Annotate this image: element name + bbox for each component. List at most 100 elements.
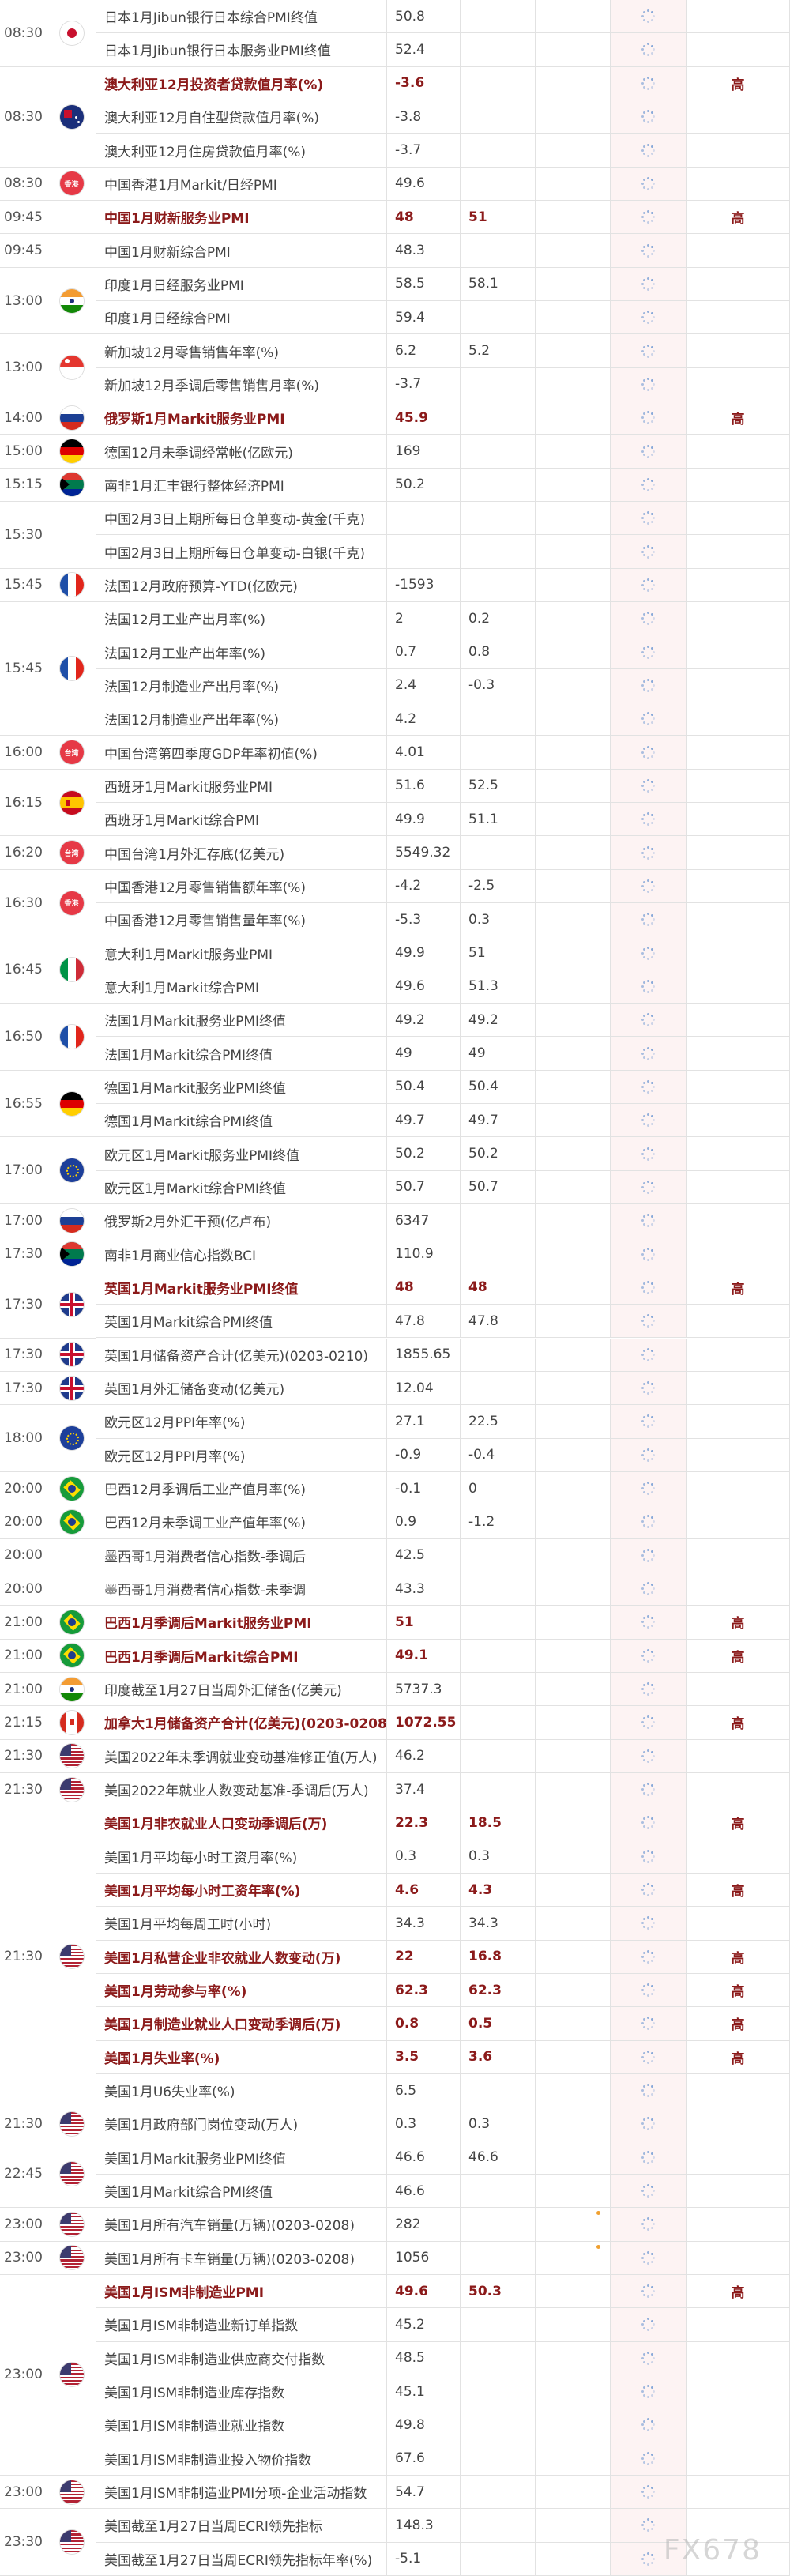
favorite-toggle[interactable] [611,535,687,569]
favorite-toggle[interactable] [611,2174,687,2209]
event-name[interactable]: 澳大利亚12月自住型贷款值月率(%) [96,100,387,134]
favorite-toggle[interactable] [611,970,687,1004]
event-name[interactable]: 美国1月平均每小时工资月率(%) [96,1840,387,1874]
favorite-toggle[interactable] [611,2442,687,2476]
favorite-toggle[interactable] [611,1840,687,1874]
event-name[interactable]: 中国香港12月零售销售额年率(%) [96,869,387,904]
favorite-toggle[interactable] [611,1471,687,1506]
event-name[interactable]: 美国1月私营企业非农就业人数变动(万) [96,1940,387,1974]
favorite-toggle[interactable] [611,702,687,736]
favorite-toggle[interactable] [611,2007,687,2041]
favorite-toggle[interactable] [611,1438,687,1472]
event-name[interactable]: 法国1月Markit综合PMI终值 [96,1037,387,1071]
event-name[interactable]: 欧元区1月Markit服务业PMI终值 [96,1137,387,1171]
favorite-toggle[interactable] [611,100,687,134]
event-name[interactable]: 美国1月制造业就业人口变动季调后(万) [96,2007,387,2041]
event-name[interactable]: 美国1月平均每小时工资年率(%) [96,1873,387,1908]
event-name[interactable]: 加拿大1月储备资产合计(亿美元)(0203-0208) [96,1706,387,1740]
event-name[interactable]: 中国台湾第四季度GDP年率初值(%) [96,736,387,770]
favorite-toggle[interactable] [611,66,687,100]
favorite-toggle[interactable] [611,1237,687,1271]
favorite-toggle[interactable] [611,1739,687,1773]
favorite-toggle[interactable] [611,2408,687,2442]
favorite-toggle[interactable] [611,201,687,235]
event-name[interactable]: 美国1月政府部门岗位变动(万人) [96,2107,387,2141]
favorite-toggle[interactable] [611,2141,687,2175]
favorite-toggle[interactable] [611,1639,687,1673]
event-name[interactable]: 德国1月Markit综合PMI终值 [96,1104,387,1138]
favorite-toggle[interactable] [611,33,687,67]
favorite-toggle[interactable] [611,0,687,34]
event-name[interactable]: 法国12月制造业产出月率(%) [96,668,387,703]
event-name[interactable]: 中国1月财新综合PMI [96,234,387,268]
favorite-toggle[interactable] [611,1004,687,1038]
event-name[interactable]: 美国1月Markit综合PMI终值 [96,2174,387,2209]
event-name[interactable]: 意大利1月Markit综合PMI [96,970,387,1004]
favorite-toggle[interactable] [611,836,687,870]
favorite-toggle[interactable] [611,334,687,368]
event-name[interactable]: 欧元区1月Markit综合PMI终值 [96,1170,387,1205]
favorite-toggle[interactable] [611,2107,687,2141]
favorite-toggle[interactable] [611,602,687,636]
event-name[interactable]: 法国12月制造业产出年率(%) [96,702,387,736]
favorite-toggle[interactable] [611,803,687,837]
favorite-toggle[interactable] [611,267,687,302]
event-name[interactable]: 美国1月ISM非制造业新订单指数 [96,2308,387,2342]
event-name[interactable]: 中国香港1月Markit/日经PMI [96,167,387,201]
favorite-toggle[interactable] [611,1338,687,1372]
event-name[interactable]: 美国1月非农就业人口变动季调后(万) [96,1806,387,1840]
event-name[interactable]: 墨西哥1月消费者信心指数-季调后 [96,1538,387,1572]
favorite-toggle[interactable] [611,1305,687,1339]
event-name[interactable]: 美国1月ISM非制造业投入物价指数 [96,2442,387,2476]
favorite-toggle[interactable] [611,2308,687,2342]
favorite-toggle[interactable] [611,1271,687,1305]
favorite-toggle[interactable] [611,134,687,168]
event-name[interactable]: 墨西哥1月消费者信心指数-未季调 [96,1572,387,1606]
event-name[interactable]: 西班牙1月Markit服务业PMI [96,769,387,804]
event-name[interactable]: 美国1月所有汽车销量(万辆)(0203-0208) [96,2208,387,2242]
event-name[interactable]: 美国截至1月27日当周ECRI领先指标 [96,2509,387,2543]
event-name[interactable]: 欧元区12月PPI年率(%) [96,1405,387,1439]
favorite-toggle[interactable] [611,903,687,937]
favorite-toggle[interactable] [611,568,687,603]
event-name[interactable]: 德国1月Markit服务业PMI终值 [96,1070,387,1105]
favorite-toggle[interactable] [611,936,687,970]
event-name[interactable]: 新加坡12月零售销售年率(%) [96,334,387,368]
favorite-toggle[interactable] [611,1137,687,1171]
favorite-toggle[interactable] [611,1204,687,1238]
favorite-toggle[interactable] [611,1037,687,1071]
event-name[interactable]: 美国截至1月27日当周ECRI领先指标年率(%) [96,2542,387,2576]
event-name[interactable]: 美国1月ISM非制造业PMI [96,2274,387,2309]
event-name[interactable]: 印度1月日经综合PMI [96,301,387,335]
event-name[interactable]: 巴西12月未季调工业产值年率(%) [96,1505,387,1539]
event-name[interactable]: 中国香港12月零售销售量年率(%) [96,903,387,937]
event-name[interactable]: 美国2022年就业人数变动基准-季调后(万人) [96,1772,387,1807]
event-name[interactable]: 美国1月ISM非制造业就业指数 [96,2408,387,2442]
event-name[interactable]: 澳大利亚12月投资者贷款值月率(%) [96,66,387,100]
event-name[interactable]: 美国1月ISM非制造业供应商交付指数 [96,2341,387,2375]
event-name[interactable]: 巴西12月季调后工业产值月率(%) [96,1471,387,1506]
favorite-toggle[interactable] [611,1672,687,1707]
event-name[interactable]: 中国1月财新服务业PMI [96,201,387,235]
favorite-toggle[interactable] [611,435,687,469]
favorite-toggle[interactable] [611,2241,687,2275]
favorite-toggle[interactable] [611,1706,687,1740]
favorite-toggle[interactable] [611,1606,687,1640]
event-name[interactable]: 巴西1月季调后Markit综合PMI [96,1639,387,1673]
event-name[interactable]: 美国1月Markit服务业PMI终值 [96,2141,387,2175]
favorite-toggle[interactable] [611,1806,687,1840]
favorite-toggle[interactable] [611,1405,687,1439]
event-name[interactable]: 新加坡12月季调后零售销售月率(%) [96,367,387,402]
favorite-toggle[interactable] [611,2040,687,2074]
favorite-toggle[interactable] [611,1940,687,1974]
favorite-toggle[interactable] [611,736,687,770]
event-name[interactable]: 美国1月失业率(%) [96,2040,387,2074]
favorite-toggle[interactable] [611,869,687,904]
favorite-toggle[interactable] [611,1505,687,1539]
favorite-toggle[interactable] [611,668,687,703]
favorite-toggle[interactable] [611,1873,687,1908]
event-name[interactable]: 美国1月ISM非制造业PMI分项-企业活动指数 [96,2475,387,2510]
event-name[interactable]: 印度截至1月27日当周外汇储备(亿美元) [96,1672,387,1707]
event-name[interactable]: 英国1月Markit综合PMI终值 [96,1305,387,1339]
favorite-toggle[interactable] [611,1170,687,1205]
